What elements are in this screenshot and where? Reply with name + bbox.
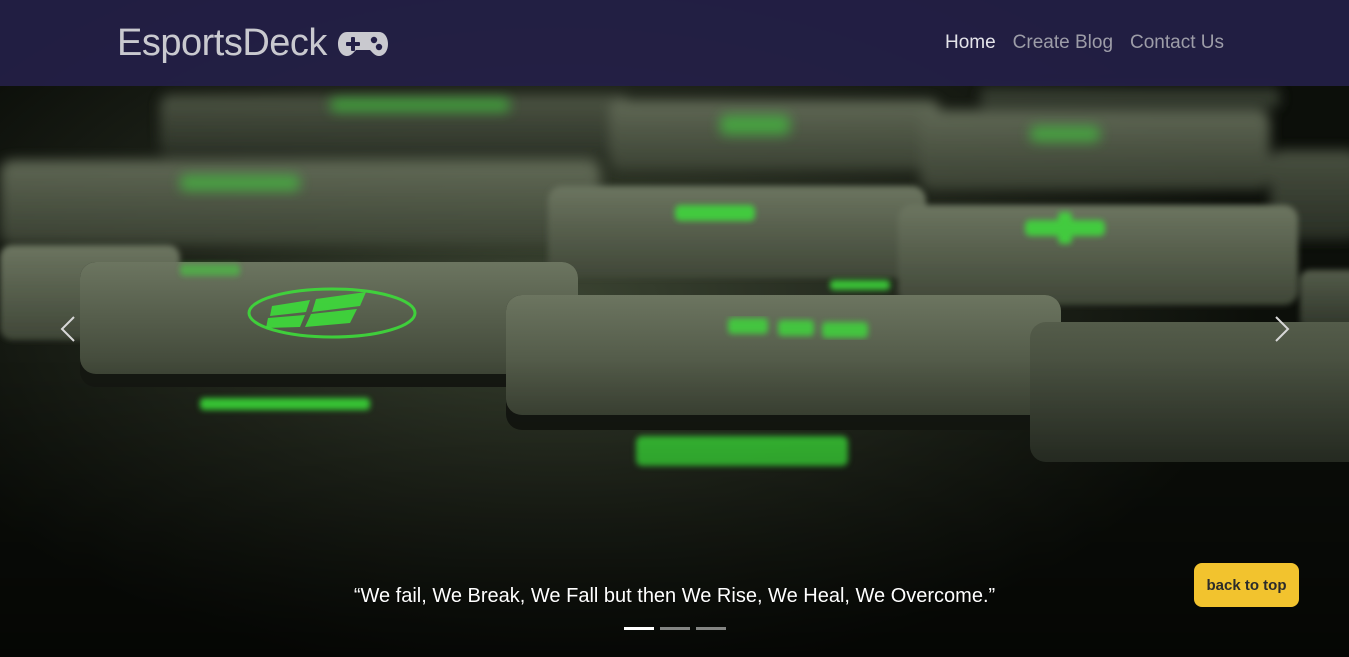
brand-name: EsportsDeck [117,21,327,64]
nav-links: Home Create Blog Contact Us [945,31,1224,55]
gamepad-icon [337,32,388,56]
brand-link[interactable]: EsportsDeck [117,22,389,64]
carousel-caption: “We fail, We Break, We Fall but then We … [353,585,996,607]
nav-contact-us[interactable]: Contact Us [1130,31,1224,55]
carousel-indicators [624,627,726,630]
carousel-indicator-2[interactable] [660,627,690,630]
carousel-indicator-3[interactable] [696,627,726,630]
chevron-left-icon [60,316,75,342]
carousel-next-button[interactable] [1268,313,1296,345]
nav-create-blog[interactable]: Create Blog [1013,31,1113,55]
carousel-slide-image [0,0,1349,657]
chevron-right-icon [1275,316,1290,342]
nav-home[interactable]: Home [945,31,996,55]
carousel-indicator-1[interactable] [624,627,654,630]
carousel-prev-button[interactable] [54,313,82,345]
navbar: EsportsDeck Home Create Blog Contact Us [0,0,1349,86]
back-to-top-button[interactable]: back to top [1194,563,1299,607]
